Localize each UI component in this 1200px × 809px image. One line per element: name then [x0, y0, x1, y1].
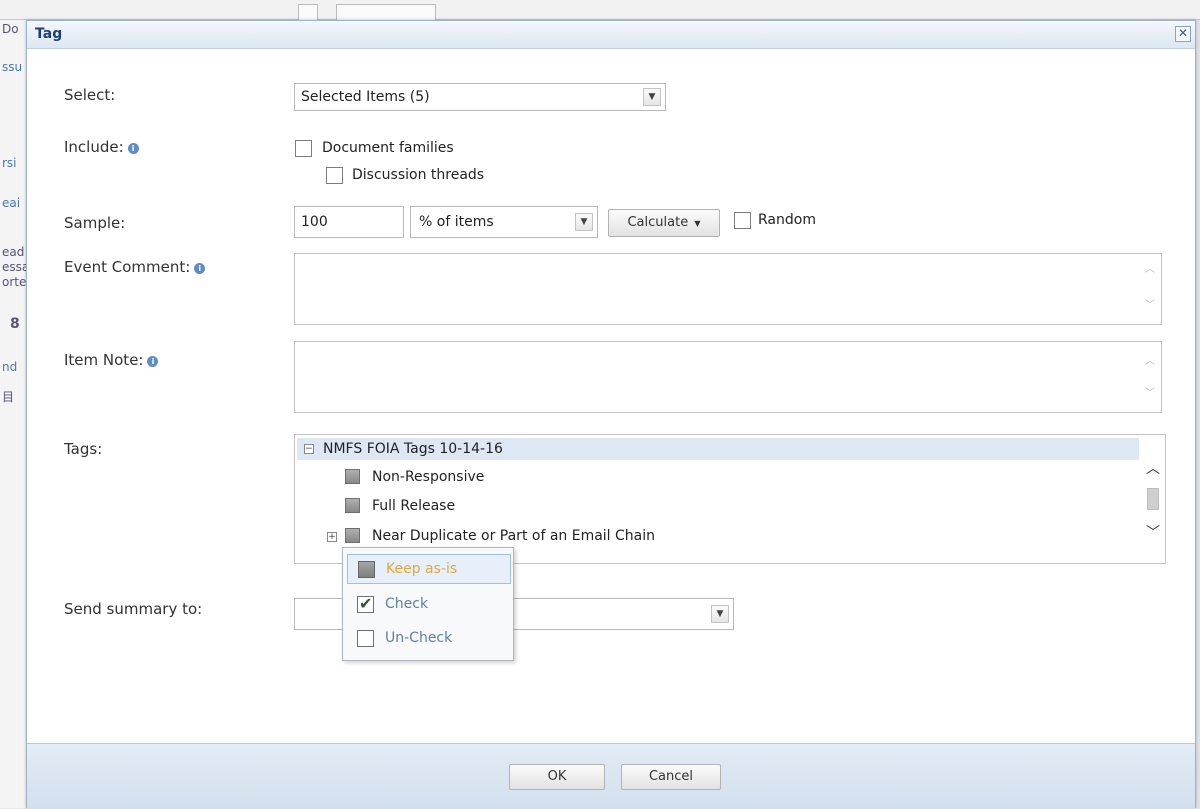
- scroll-down-icon[interactable]: ﹀: [1143, 300, 1157, 312]
- discussion-threads-checkbox[interactable]: [326, 167, 343, 184]
- random-checkbox[interactable]: [734, 212, 751, 229]
- menu-item-check[interactable]: ✔ Check: [347, 590, 511, 620]
- tag-checkbox-full-release[interactable]: [345, 498, 360, 513]
- tag-label-non-responsive: Non-Responsive: [372, 469, 485, 485]
- select-value: Selected Items (5): [301, 89, 430, 105]
- event-comment-label-text: Event Comment:: [64, 258, 191, 276]
- cancel-button[interactable]: Cancel: [621, 764, 721, 790]
- background-toolbar: [0, 0, 1200, 20]
- include-label: Include: i: [64, 138, 139, 156]
- sample-unit-value: % of items: [419, 214, 494, 230]
- calculate-label: Calculate: [627, 215, 689, 230]
- tag-label-near-duplicate: Near Duplicate or Part of an Email Chain: [372, 528, 656, 544]
- tags-label: Tags:: [64, 440, 103, 458]
- menu-item-label: Un-Check: [385, 630, 453, 646]
- info-icon[interactable]: i: [194, 263, 206, 274]
- scrollbar-thumb[interactable]: [1147, 488, 1159, 510]
- chevron-down-icon: ▼: [711, 605, 729, 623]
- close-icon: ✕: [1177, 26, 1189, 40]
- scroll-up-icon[interactable]: ︿: [1146, 462, 1160, 476]
- tree-root-label: NMFS FOIA Tags 10-14-16: [323, 441, 503, 457]
- scroll-up-icon[interactable]: ︿: [1143, 264, 1157, 276]
- item-note-label-text: Item Note:: [64, 351, 144, 369]
- caret-down-icon: ▼: [694, 219, 701, 228]
- tree-scrollbar[interactable]: ︿ ﹀: [1143, 438, 1163, 560]
- select-dropdown[interactable]: Selected Items (5) ▼: [294, 83, 666, 111]
- tag-state-menu: Keep as-is ✔ Check Un-Check: [342, 547, 514, 661]
- calculate-button[interactable]: Calculate ▼: [608, 209, 720, 237]
- menu-item-label: Keep as-is: [386, 561, 458, 577]
- dialog-footer: OK Cancel: [27, 743, 1195, 809]
- tag-label-full-release: Full Release: [372, 498, 456, 514]
- send-summary-label: Send summary to:: [64, 600, 203, 618]
- menu-item-keep-as-is[interactable]: Keep as-is: [347, 554, 511, 584]
- collapse-icon[interactable]: −: [304, 444, 314, 454]
- scroll-down-icon[interactable]: ﹀: [1146, 526, 1160, 540]
- select-label: Select:: [64, 86, 116, 104]
- event-comment-textarea[interactable]: ︿ ﹀: [294, 253, 1162, 325]
- item-note-label: Item Note: i: [64, 351, 159, 369]
- tag-checkbox-non-responsive[interactable]: [345, 469, 360, 484]
- sample-unit-dropdown[interactable]: % of items ▼: [410, 206, 598, 238]
- tag-checkbox-near-duplicate[interactable]: [345, 528, 360, 543]
- random-label: Random: [758, 212, 816, 228]
- dialog-titlebar[interactable]: Tag ✕: [27, 21, 1195, 49]
- include-label-text: Include:: [64, 138, 124, 156]
- item-note-textarea[interactable]: ︿ ﹀: [294, 341, 1162, 413]
- scroll-up-icon[interactable]: ︿: [1143, 356, 1157, 368]
- scroll-down-icon[interactable]: ﹀: [1143, 388, 1157, 400]
- document-families-label: Document families: [322, 140, 454, 156]
- sample-input[interactable]: 100: [294, 206, 404, 238]
- info-icon[interactable]: i: [147, 356, 159, 367]
- menu-item-uncheck[interactable]: Un-Check: [347, 624, 511, 654]
- checked-checkbox-icon: ✔: [357, 594, 374, 613]
- background-tab: [298, 4, 318, 20]
- check-icon: ✔: [359, 594, 373, 613]
- background-tab: [336, 4, 436, 20]
- tag-dialog: Tag ✕ OK Cancel: [26, 20, 1196, 809]
- tags-tree[interactable]: − NMFS FOIA Tags 10-14-16 Non-Responsive…: [294, 434, 1166, 564]
- event-comment-label: Event Comment: i: [64, 258, 206, 276]
- chevron-down-icon: ▼: [643, 88, 661, 106]
- discussion-threads-label: Discussion threads: [352, 167, 485, 183]
- dialog-title: Tag: [35, 26, 63, 42]
- unchecked-checkbox-icon: [357, 630, 374, 647]
- mixed-checkbox-icon: [358, 561, 375, 578]
- expand-icon[interactable]: +: [327, 532, 337, 542]
- ok-button[interactable]: OK: [509, 764, 605, 790]
- document-families-checkbox[interactable]: [295, 140, 312, 157]
- chevron-down-icon: ▼: [575, 213, 593, 231]
- close-button[interactable]: ✕: [1175, 26, 1191, 42]
- sample-label: Sample:: [64, 214, 126, 232]
- menu-item-label: Check: [385, 596, 429, 612]
- info-icon[interactable]: i: [127, 143, 139, 154]
